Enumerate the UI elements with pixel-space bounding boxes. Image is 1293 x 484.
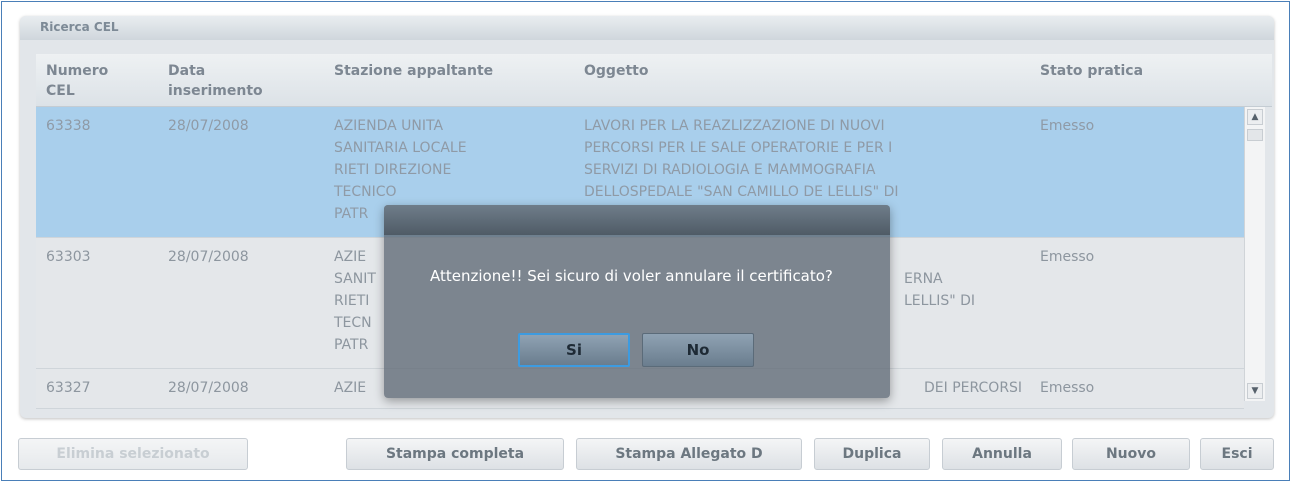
annulla-button[interactable]: Annulla bbox=[942, 438, 1062, 470]
cell-data: 28/07/2008 bbox=[168, 118, 249, 134]
cell-stato: Emesso bbox=[1040, 118, 1095, 134]
cell-numero: 63327 bbox=[46, 380, 91, 396]
col-header-data[interactable]: Data inserimento bbox=[168, 61, 263, 101]
duplica-button[interactable]: Duplica bbox=[814, 438, 930, 470]
scrollbar-thumb[interactable] bbox=[1247, 129, 1263, 141]
stampa-completa-button[interactable]: Stampa completa bbox=[346, 438, 564, 470]
nuovo-button[interactable]: Nuovo bbox=[1072, 438, 1190, 470]
dialog-no-button[interactable]: No bbox=[642, 333, 754, 367]
cell-numero: 63303 bbox=[46, 249, 91, 265]
cell-stato: Emesso bbox=[1040, 249, 1095, 265]
col-header-oggetto[interactable]: Oggetto bbox=[584, 61, 648, 81]
dialog-title-bar[interactable] bbox=[384, 205, 890, 235]
arrow-up-icon[interactable]: ▲ bbox=[1247, 109, 1263, 125]
arrow-down-icon[interactable]: ▼ bbox=[1247, 383, 1263, 399]
elimina-selezionato-button[interactable]: Elimina selezionato bbox=[18, 438, 248, 470]
col-header-stato[interactable]: Stato pratica bbox=[1040, 61, 1143, 81]
col-header-numero[interactable]: Numero CEL bbox=[46, 61, 108, 101]
stampa-allegato-d-button[interactable]: Stampa Allegato D bbox=[576, 438, 802, 470]
vertical-scrollbar[interactable]: ▲ ▼ bbox=[1244, 107, 1265, 401]
cell-stazione: AZIE bbox=[334, 380, 367, 396]
col-header-stazione[interactable]: Stazione appaltante bbox=[334, 61, 493, 81]
cell-stazione: AZIE SANIT RIETI TECN PATR bbox=[334, 249, 376, 353]
confirm-dialog: Attenzione!! Sei sicuro di voler annular… bbox=[384, 205, 890, 398]
panel-title: Ricerca CEL bbox=[20, 16, 1274, 40]
dialog-yes-button[interactable]: Si bbox=[518, 333, 630, 367]
grid-header: Numero CEL Data inserimento Stazione app… bbox=[36, 54, 1272, 107]
cell-data: 28/07/2008 bbox=[168, 380, 249, 396]
cell-stato: Emesso bbox=[1040, 380, 1095, 396]
dialog-message: Attenzione!! Sei sicuro di voler annular… bbox=[430, 267, 833, 285]
cell-oggetto: LAVORI PER LA REAZLIZZAZIONE DI NUOVI PE… bbox=[584, 118, 899, 200]
cell-oggetto: DEI PERCORSI bbox=[924, 380, 1023, 396]
cell-numero: 63338 bbox=[46, 118, 91, 134]
cell-data: 28/07/2008 bbox=[168, 249, 249, 265]
cell-oggetto: ERNA LELLIS" DI bbox=[904, 271, 976, 309]
esci-button[interactable]: Esci bbox=[1200, 438, 1274, 470]
